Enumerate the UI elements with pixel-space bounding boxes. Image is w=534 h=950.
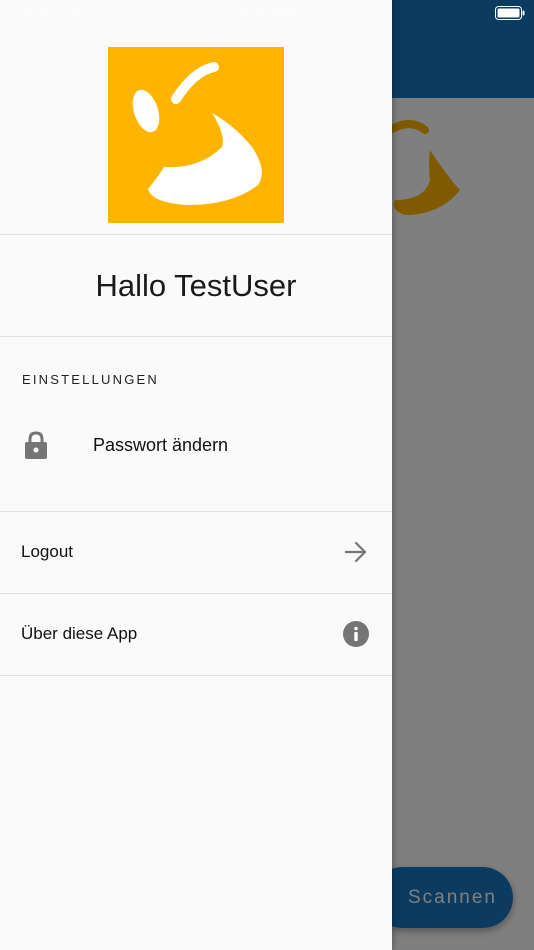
logout-item[interactable]: Logout xyxy=(0,511,392,593)
info-icon xyxy=(343,621,369,647)
about-app-item[interactable]: Über diese App xyxy=(0,593,392,675)
change-password-item[interactable]: Passwort ändern xyxy=(0,412,392,478)
status-time: 6:56 PM xyxy=(238,5,296,22)
arrow-right-icon xyxy=(344,541,367,563)
navigation-drawer: Hallo TestUser EINSTELLUNGEN Passwort än… xyxy=(0,0,392,950)
lock-icon xyxy=(25,431,47,459)
battery-icon xyxy=(495,6,525,20)
app-logo xyxy=(108,47,284,223)
divider xyxy=(0,234,392,235)
divider xyxy=(0,675,392,676)
settings-section-label: EINSTELLUNGEN xyxy=(22,372,159,387)
about-app-label: Über diese App xyxy=(21,624,138,643)
logout-label: Logout xyxy=(21,542,73,561)
change-password-label: Passwort ändern xyxy=(93,435,229,455)
status-bar: Carrier 6:56 PM xyxy=(0,0,534,28)
greeting-title: Hallo TestUser xyxy=(95,268,297,303)
divider xyxy=(0,336,392,337)
